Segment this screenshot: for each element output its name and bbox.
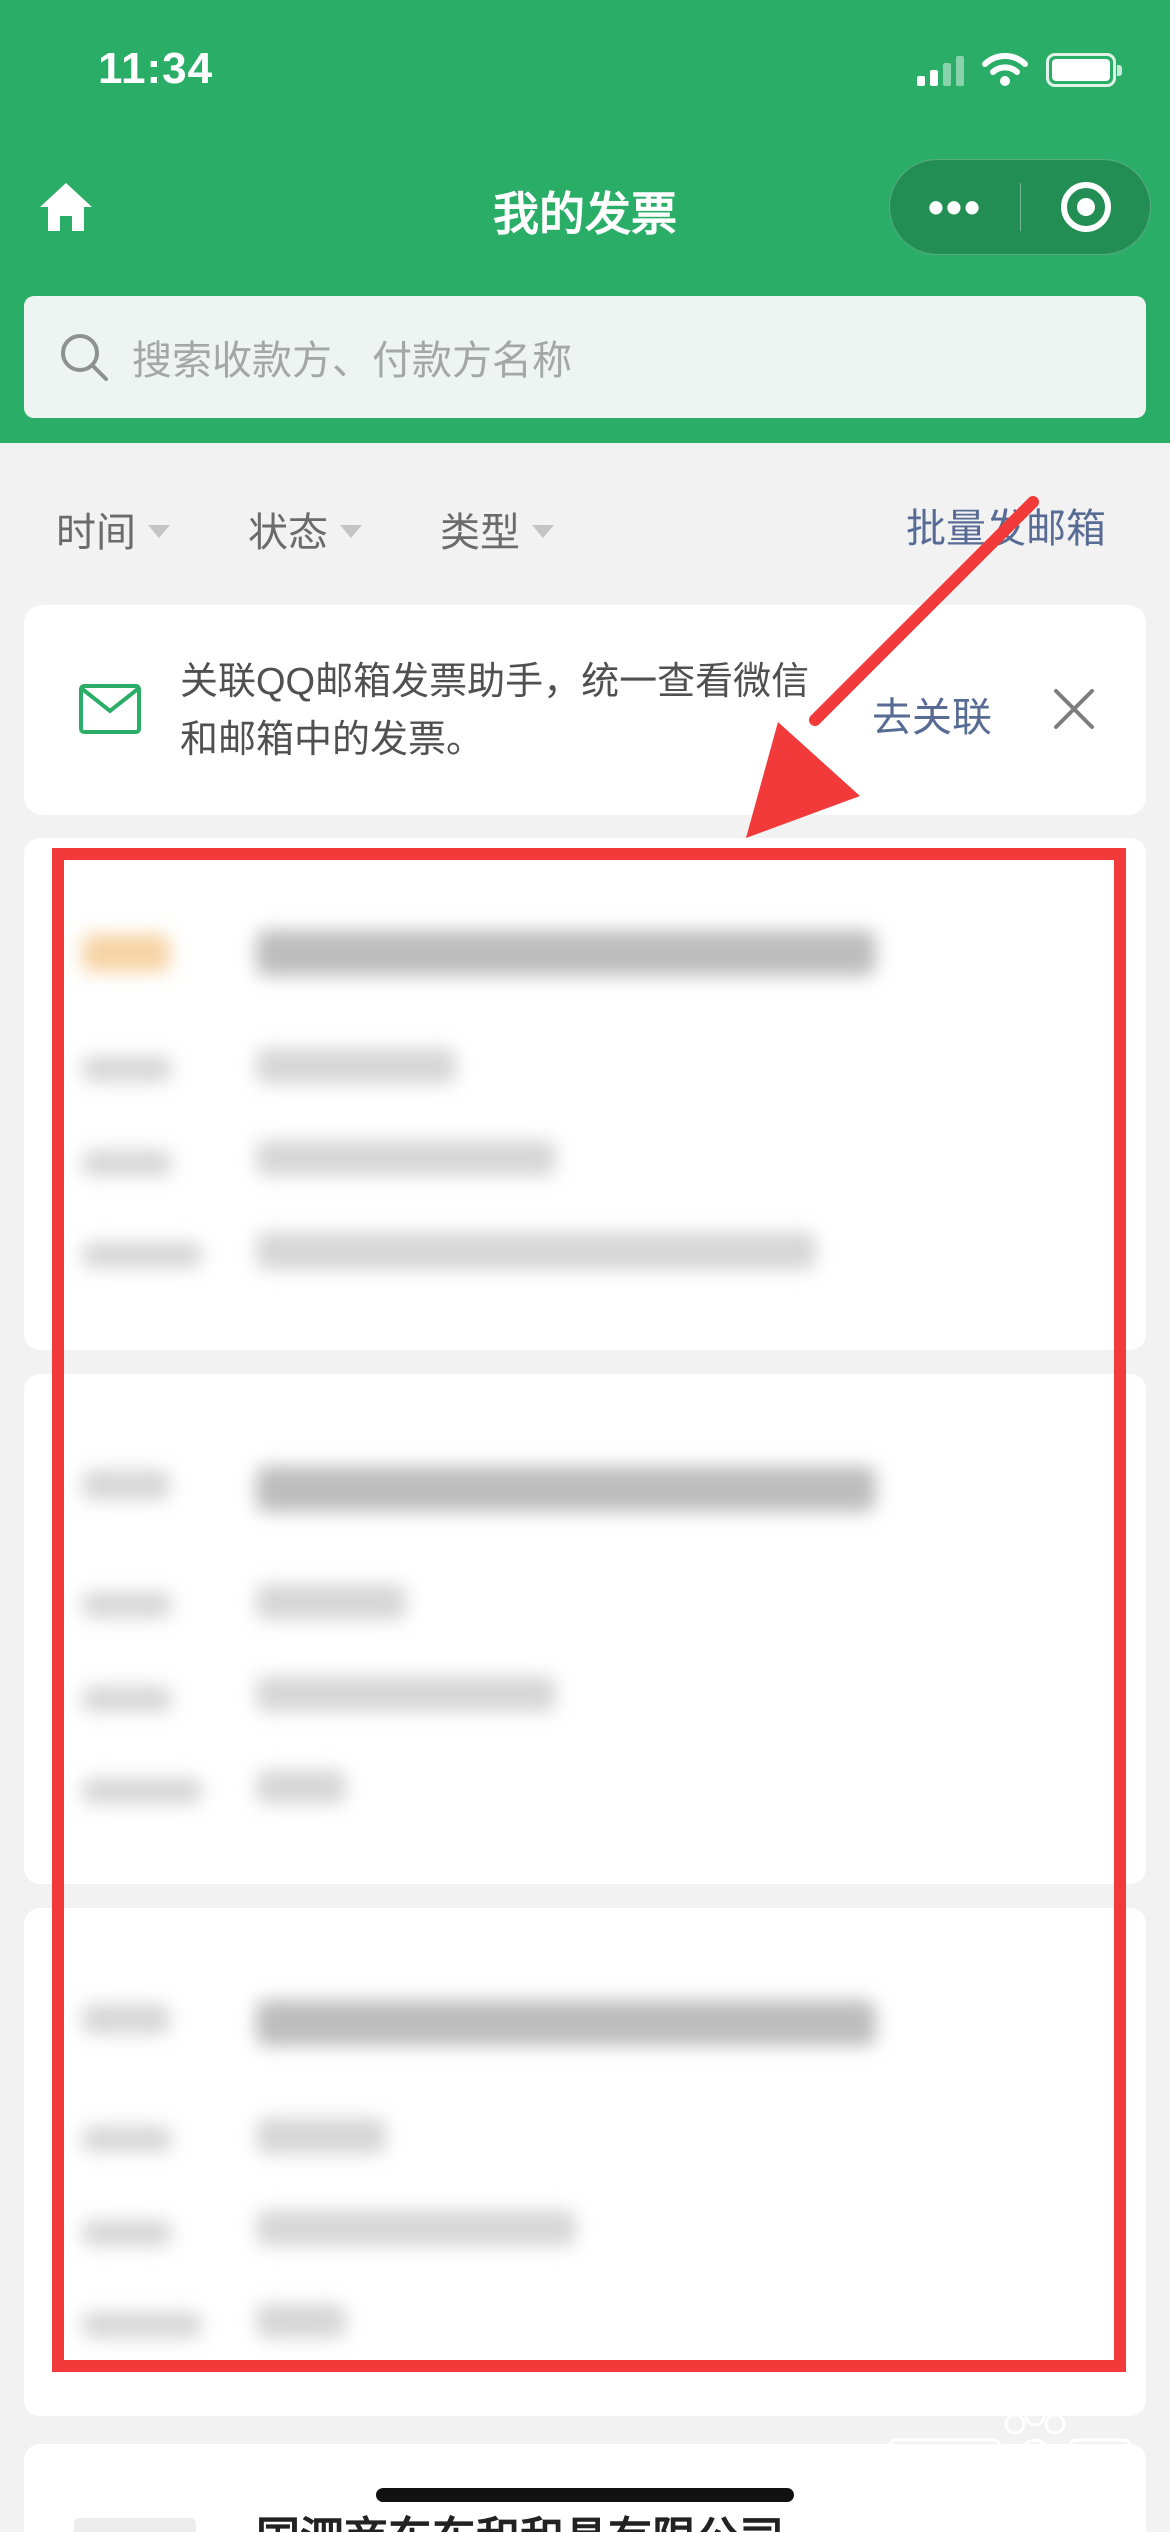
filter-time-label: 时间 [56,511,136,555]
baidu-watermark-icon [888,2405,1132,2480]
filter-time[interactable]: 时间 [56,500,170,558]
status-icons [917,50,1122,90]
close-icon[interactable] [1048,683,1100,735]
miniprogram-capsule: ••• [889,159,1151,255]
battery-icon [1046,53,1122,87]
caret-down-icon [532,524,554,538]
qq-mail-banner: 关联QQ邮箱发票助手，统一查看微信和邮箱中的发票。 去关联 [24,605,1146,815]
mail-icon [79,684,141,734]
invoice-card[interactable] [24,1908,1146,2416]
filter-type-label: 类型 [440,511,520,555]
status-time: 11:34 [98,44,214,93]
blurred-content [24,838,1146,1350]
invoice-card[interactable] [24,1374,1146,1884]
filter-type[interactable]: 类型 [440,500,554,558]
search-icon [61,334,108,381]
invoice-card[interactable] [24,838,1146,1350]
invoice-title: 国泗商东东和和具有限公司 [256,2502,784,2532]
blurred-content [24,1908,1146,2416]
search-input[interactable]: 搜索收款方、付款方名称 [24,296,1146,418]
batch-email-button[interactable]: 批量发邮箱 [906,496,1106,554]
app-header: 11:34 我的发票 ••• 搜索收款方、付款方名称 [0,0,1170,443]
search-placeholder: 搜索收款方、付款方名称 [132,339,572,383]
caret-down-icon [148,524,170,538]
filter-status-label: 状态 [248,511,328,555]
caret-down-icon [340,524,362,538]
home-indicator [376,2488,794,2502]
card-tag [74,2518,196,2532]
filter-status[interactable]: 状态 [248,500,362,558]
banner-text: 关联QQ邮箱发票助手，统一查看微信和邮箱中的发票。 [180,661,810,761]
blurred-content [24,1374,1146,1884]
filter-bar: 时间 状态 类型 批量发邮箱 [0,470,1170,580]
signal-icon [917,54,964,86]
wifi-icon [982,53,1028,86]
link-account-button[interactable]: 去关联 [872,685,992,743]
more-icon: ••• [927,181,983,233]
target-icon [1060,182,1111,232]
close-miniprogram-button[interactable] [1021,160,1150,254]
more-button[interactable]: ••• [890,160,1020,254]
